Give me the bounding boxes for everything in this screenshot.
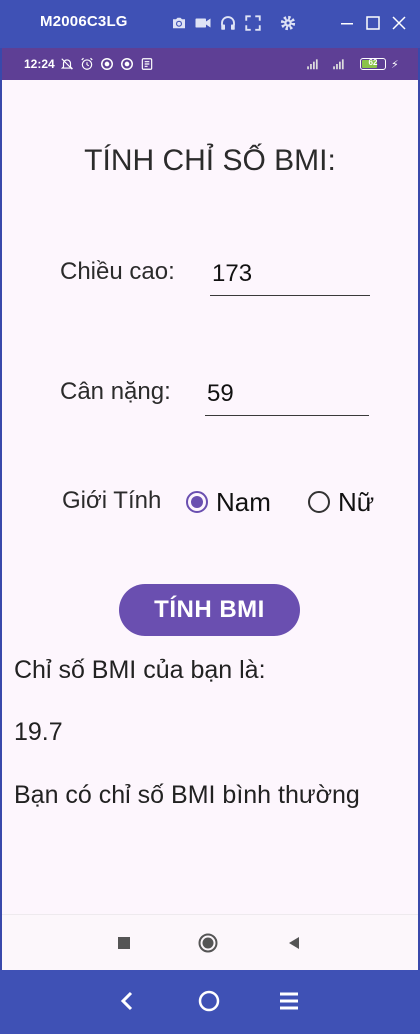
close-icon[interactable]: [390, 14, 408, 32]
result-value: 19.7: [14, 718, 63, 746]
gender-radio-group: Giới Tính Nam Nữ: [62, 483, 402, 523]
android-nav-bar: [2, 914, 418, 970]
video-icon[interactable]: [194, 14, 212, 32]
headphones-icon[interactable]: [219, 14, 237, 32]
weight-input[interactable]: [205, 376, 369, 416]
signal-icon: [306, 57, 320, 71]
menu-icon[interactable]: [277, 989, 301, 1013]
back-icon[interactable]: [284, 933, 304, 953]
home-circle-icon[interactable]: [197, 989, 221, 1013]
device-name: M2006C3LG: [40, 13, 128, 30]
signal-icon: [332, 57, 346, 71]
app-icon: [120, 57, 134, 71]
note-icon: [140, 57, 154, 71]
battery-level: 62: [368, 58, 378, 67]
emulator-title-bar: M2006C3LG: [0, 0, 420, 48]
result-label: Chỉ số BMI của bạn là:: [14, 656, 266, 684]
chevron-left-icon[interactable]: [116, 989, 140, 1013]
status-bar: 12:24 62 ⚡: [2, 48, 418, 80]
height-label: Chiều cao:: [60, 258, 175, 285]
page-title: TÍNH CHỈ SỐ BMI:: [84, 144, 336, 177]
camera-icon[interactable]: [170, 14, 188, 32]
radio-checked-icon[interactable]: [186, 491, 208, 513]
gender-option-label: Nam: [216, 487, 271, 517]
maximize-icon[interactable]: [364, 14, 382, 32]
battery-icon: 62: [360, 58, 386, 70]
charging-icon: ⚡: [391, 58, 399, 71]
gender-label: Giới Tính: [62, 487, 162, 514]
gender-option-female[interactable]: Nữ: [308, 483, 388, 523]
home-icon[interactable]: [198, 933, 218, 953]
emulator-nav-bar: [0, 970, 420, 1034]
alarm-icon: [80, 57, 94, 71]
recents-icon[interactable]: [114, 933, 134, 953]
fullscreen-icon[interactable]: [244, 14, 262, 32]
minimize-icon[interactable]: [338, 14, 356, 32]
radio-unchecked-icon[interactable]: [308, 491, 330, 513]
notifications-off-icon: [60, 57, 74, 71]
calculate-bmi-button[interactable]: TÍNH BMI: [119, 584, 300, 636]
weight-label: Cân nặng:: [60, 378, 171, 405]
status-time: 12:24: [24, 57, 55, 71]
height-input[interactable]: [210, 256, 370, 296]
phone-screen: 12:24 62 ⚡ TÍNH CHỈ SỐ BMI: Chiều cao: 1…: [2, 48, 418, 970]
result-message: Bạn có chỉ số BMI bình thường: [14, 781, 360, 809]
gender-option-label: Nữ: [338, 487, 375, 517]
app-icon: [100, 57, 114, 71]
settings-icon[interactable]: [279, 14, 297, 32]
gender-option-male[interactable]: Nam: [186, 483, 286, 523]
